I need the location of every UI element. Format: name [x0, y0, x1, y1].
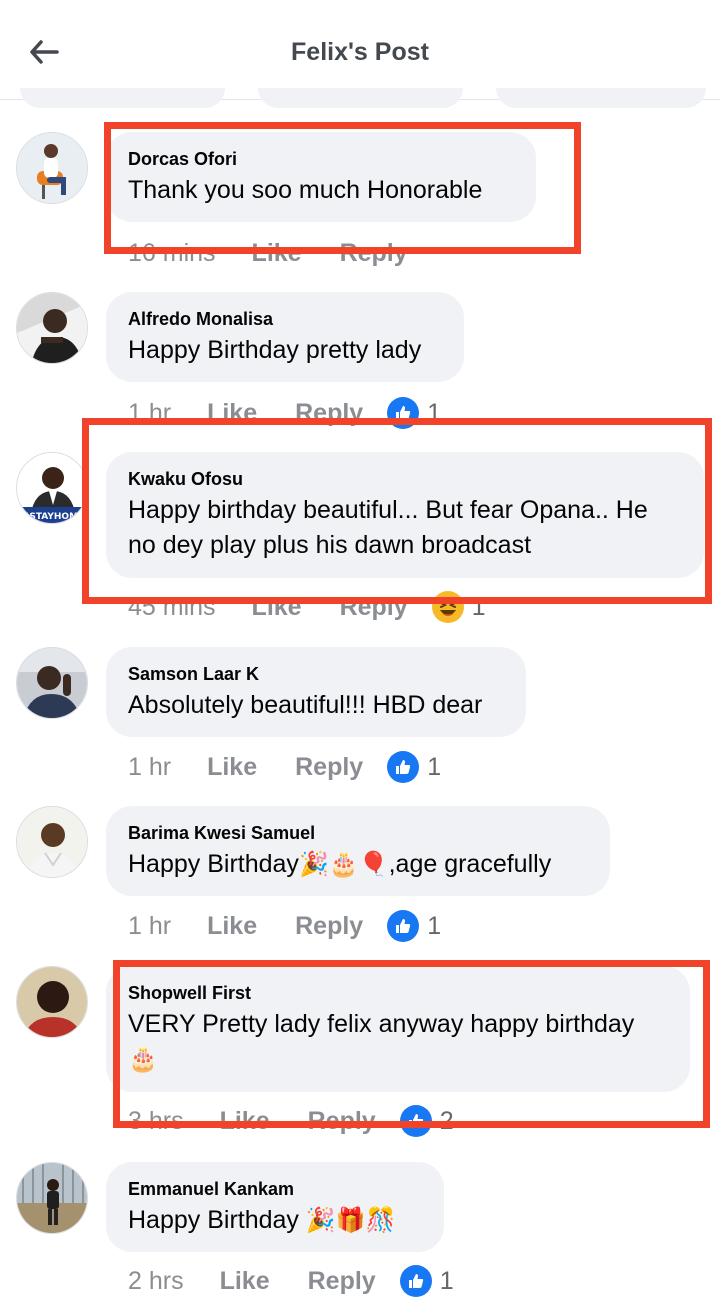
comment-author[interactable]: Kwaku Ofosu — [128, 468, 682, 490]
comment-text: Happy birthday beautiful... But fear Opa… — [128, 496, 648, 559]
comment-text-part: Happy Birthday — [128, 1206, 306, 1234]
comment-bubble[interactable]: Dorcas Ofori Thank you soo much Honorabl… — [106, 132, 536, 222]
reply-button[interactable]: Reply — [295, 399, 363, 428]
comment-time: 1 hr — [128, 398, 172, 427]
avatar[interactable] — [16, 806, 88, 878]
like-button[interactable]: Like — [207, 912, 257, 941]
thumbs-up-icon — [387, 397, 420, 429]
comment-bubble[interactable]: Shopwell First VERY Pretty lady felix an… — [106, 966, 690, 1092]
reply-button[interactable]: Reply — [340, 239, 408, 268]
party-cake-balloon-emoji: 🎉🎂🎈 — [298, 850, 389, 878]
reaction-summary[interactable]: 1 — [387, 910, 441, 942]
reaction-summary[interactable]: 1 — [399, 1265, 454, 1297]
comment-actions: 1 hr Like Reply 1 — [128, 909, 441, 943]
like-button[interactable]: Like — [220, 1267, 270, 1296]
comment-text-part: ,age gracefully — [388, 850, 552, 878]
comment-actions: 1 hr Like Reply 1 — [128, 396, 441, 430]
comment-text: Happy Birthday 🎉🎁🎊 — [128, 1203, 422, 1238]
avatar[interactable]: #STAYHOME — [16, 452, 88, 524]
reply-button[interactable]: Reply — [295, 912, 363, 941]
reaction-summary[interactable]: 1 — [387, 397, 441, 429]
reaction-count: 1 — [439, 1266, 454, 1295]
comment-actions: 1 hr Like Reply 1 — [128, 750, 441, 784]
previous-comment-bubble — [20, 88, 225, 108]
reply-button[interactable]: Reply — [340, 593, 408, 622]
comment-actions: 2 hrs Like Reply 1 — [128, 1264, 454, 1298]
comment-author[interactable]: Samson Laar K — [128, 663, 504, 685]
comment-text-part: VERY Pretty lady felix anyway happy birt… — [128, 1010, 635, 1038]
comment-text-part: Happy Birthday — [128, 850, 299, 878]
avatar[interactable] — [16, 132, 88, 204]
previous-comment-bubble — [258, 88, 463, 108]
comment-bubble[interactable]: Barima Kwesi Samuel Happy Birthday🎉🎂🎈,ag… — [106, 806, 610, 896]
like-button[interactable]: Like — [207, 753, 257, 782]
like-button[interactable]: Like — [207, 399, 257, 428]
comment-time: 1 hr — [128, 752, 172, 781]
thumbs-up-icon — [387, 751, 420, 783]
comment-author[interactable]: Dorcas Ofori — [128, 148, 514, 170]
reaction-summary[interactable]: 1 — [431, 591, 486, 623]
comment-time: 45 mins — [128, 592, 216, 621]
cake-emoji: 🎂 — [128, 1045, 158, 1073]
comment-time: 1 hr — [128, 911, 172, 940]
comment-bubble[interactable]: Alfredo Monalisa Happy Birthday pretty l… — [106, 292, 464, 382]
top-bar: Felix's Post — [0, 0, 720, 100]
like-button[interactable]: Like — [252, 593, 302, 622]
comment-actions: 45 mins Like Reply 1 — [128, 590, 486, 624]
reply-button[interactable]: Reply — [308, 1107, 376, 1136]
thumbs-up-icon — [399, 1265, 432, 1297]
comment-actions: 16 mins Like Reply — [128, 236, 408, 270]
avatar[interactable] — [16, 647, 88, 719]
haha-icon — [431, 591, 464, 623]
reaction-count: 2 — [439, 1106, 454, 1135]
like-button[interactable]: Like — [252, 239, 302, 268]
reply-button[interactable]: Reply — [308, 1267, 376, 1296]
comment-time: 16 mins — [128, 238, 216, 267]
thumbs-up-icon — [387, 910, 420, 942]
comment-time: 3 hrs — [128, 1106, 184, 1135]
comment-bubble[interactable]: Samson Laar K Absolutely beautiful!!! HB… — [106, 647, 526, 737]
page-title: Felix's Post — [291, 38, 429, 66]
like-button[interactable]: Like — [220, 1107, 270, 1136]
avatar[interactable] — [16, 966, 88, 1038]
comment-time: 2 hrs — [128, 1266, 184, 1295]
reaction-count: 1 — [427, 752, 442, 781]
avatar[interactable] — [16, 1162, 88, 1234]
comment-text: VERY Pretty lady felix anyway happy birt… — [128, 1007, 668, 1077]
reaction-count: 1 — [427, 398, 442, 427]
party-gift-confetti-emoji: 🎉🎁🎊 — [305, 1206, 396, 1234]
reaction-count: 1 — [471, 592, 486, 621]
comment-text: Happy Birthday pretty lady — [128, 336, 422, 364]
comment-author[interactable]: Barima Kwesi Samuel — [128, 822, 588, 844]
reply-button[interactable]: Reply — [295, 753, 363, 782]
comment-author[interactable]: Alfredo Monalisa — [128, 308, 442, 330]
thumbs-up-icon — [399, 1105, 432, 1137]
avatar[interactable] — [16, 292, 88, 364]
comment-bubble[interactable]: Emmanuel Kankam Happy Birthday 🎉🎁🎊 — [106, 1162, 444, 1252]
reaction-summary[interactable]: 1 — [387, 751, 441, 783]
svg-text:#STAYHOME: #STAYHOME — [22, 512, 84, 522]
comment-author[interactable]: Shopwell First — [128, 982, 668, 1004]
comment-actions: 3 hrs Like Reply 2 — [128, 1104, 454, 1138]
comment-text: Absolutely beautiful!!! HBD dear — [128, 691, 483, 719]
comment-bubble[interactable]: Kwaku Ofosu Happy birthday beautiful... … — [106, 452, 704, 578]
comment-text: Thank you soo much Honorable — [128, 176, 483, 204]
previous-comment-bubble — [496, 88, 706, 108]
reaction-summary[interactable]: 2 — [399, 1105, 454, 1137]
reaction-count: 1 — [427, 911, 442, 940]
comment-text: Happy Birthday🎉🎂🎈,age gracefully — [128, 847, 588, 882]
comment-author[interactable]: Emmanuel Kankam — [128, 1178, 422, 1200]
